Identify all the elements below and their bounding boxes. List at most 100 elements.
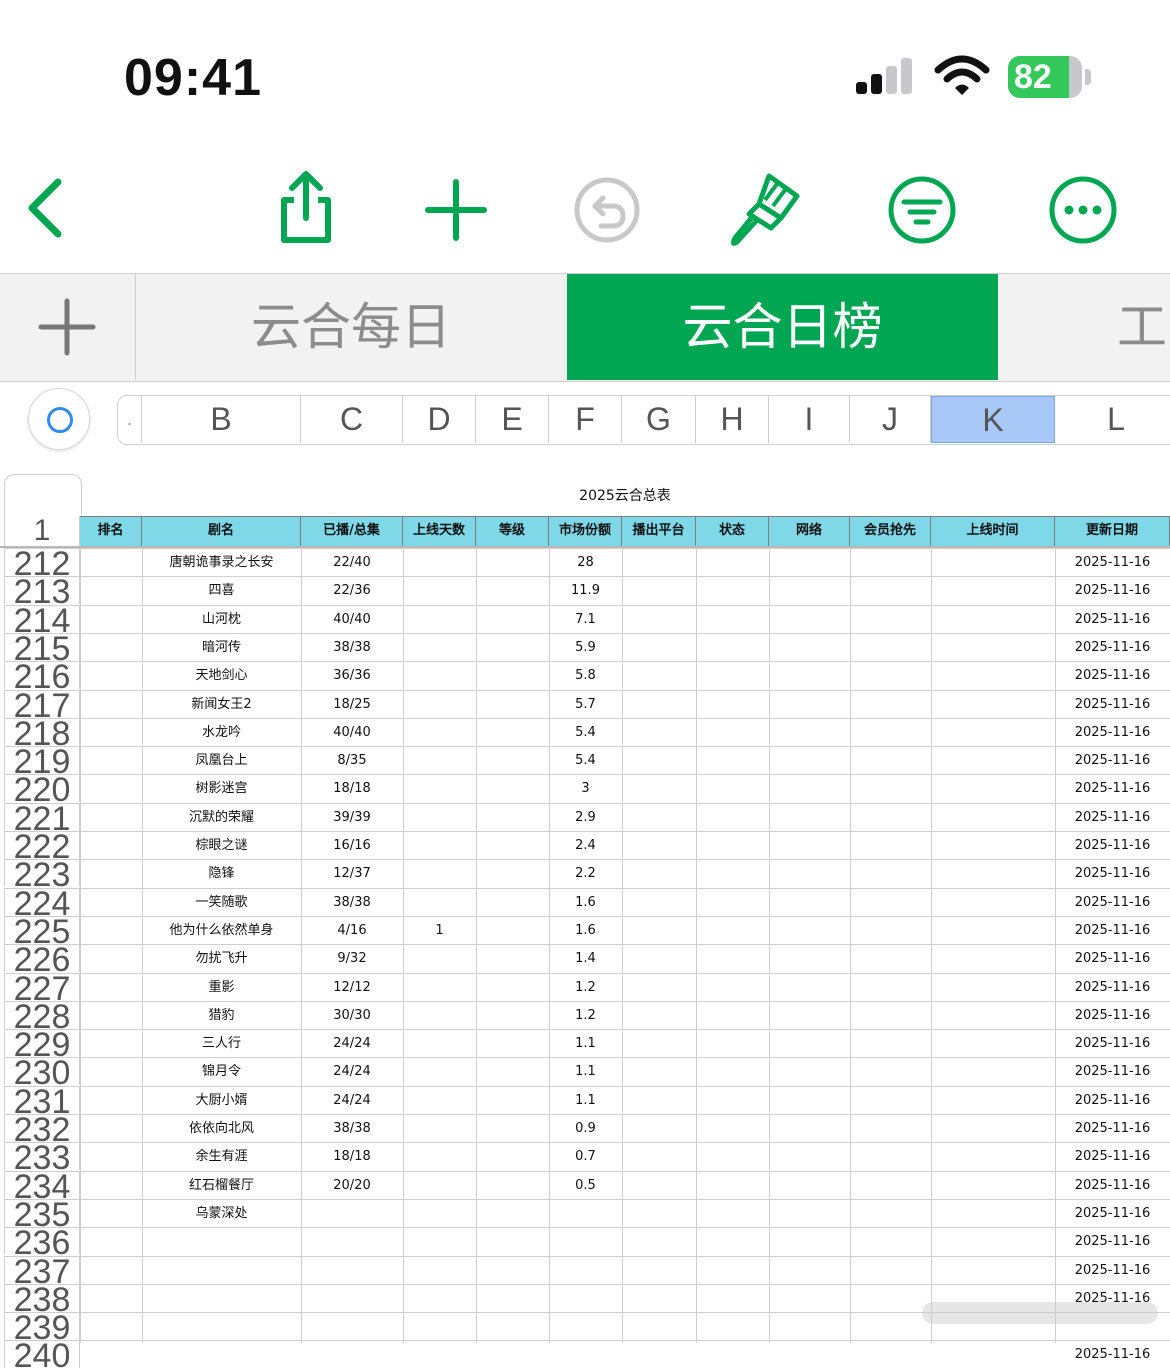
table-cell-days[interactable] bbox=[403, 1029, 476, 1057]
table-cell-share[interactable] bbox=[549, 1340, 622, 1368]
table-cell-date[interactable]: 2025-11-16 bbox=[1055, 1199, 1170, 1227]
table-cell-days[interactable] bbox=[403, 1199, 476, 1227]
table-cell-share[interactable]: 1.1 bbox=[549, 1029, 622, 1057]
row-number[interactable]: 239 bbox=[4, 1312, 80, 1340]
table-cell-days[interactable] bbox=[403, 1086, 476, 1114]
table-cell-ep[interactable]: 24/24 bbox=[301, 1086, 403, 1114]
table-cell-days[interactable] bbox=[403, 576, 476, 604]
table-cell-ep[interactable] bbox=[301, 1256, 403, 1284]
table-cell-share[interactable]: 5.7 bbox=[549, 690, 622, 718]
table-cell-share[interactable]: 1.2 bbox=[549, 1001, 622, 1029]
table-cell-date[interactable]: 2025-11-16 bbox=[1055, 1086, 1170, 1114]
column-header-d[interactable]: D bbox=[403, 396, 476, 443]
table-cell-ep[interactable]: 40/40 bbox=[301, 718, 403, 746]
table-cell-share[interactable]: 1.6 bbox=[549, 888, 622, 916]
table-cell-days[interactable] bbox=[403, 1171, 476, 1199]
row-number[interactable]: 230 bbox=[4, 1057, 80, 1085]
table-cell-ep[interactable]: 16/16 bbox=[301, 831, 403, 859]
table-cell-name[interactable]: 山河枕 bbox=[142, 605, 301, 633]
table-header-cell[interactable]: 播出平台 bbox=[622, 516, 696, 546]
ellipsis-icon[interactable] bbox=[1043, 170, 1123, 250]
table-cell-days[interactable] bbox=[403, 690, 476, 718]
table-cell-days[interactable] bbox=[403, 1312, 476, 1340]
table-cell-date[interactable]: 2025-11-16 bbox=[1055, 1256, 1170, 1284]
table-cell-date[interactable]: 2025-11-16 bbox=[1055, 888, 1170, 916]
table-cell-days[interactable] bbox=[403, 1284, 476, 1312]
table-cell-date[interactable]: 2025-11-16 bbox=[1055, 548, 1170, 576]
table-cell-share[interactable] bbox=[549, 1227, 622, 1255]
paintbrush-icon[interactable] bbox=[725, 170, 805, 250]
sheet-tab-partial[interactable]: 工 bbox=[999, 274, 1170, 380]
table-cell-days[interactable] bbox=[403, 831, 476, 859]
column-header-e[interactable]: E bbox=[476, 396, 549, 443]
column-header-l[interactable]: L bbox=[1055, 396, 1170, 443]
table-cell-name[interactable]: 余生有涯 bbox=[142, 1142, 301, 1170]
share-icon[interactable] bbox=[266, 170, 346, 250]
table-cell-date[interactable]: 2025-11-16 bbox=[1055, 1340, 1170, 1368]
table-cell-ep[interactable]: 12/37 bbox=[301, 859, 403, 887]
table-cell-date[interactable]: 2025-11-16 bbox=[1055, 718, 1170, 746]
row-number[interactable]: 231 bbox=[4, 1086, 80, 1114]
row-number[interactable]: 213 bbox=[4, 576, 80, 604]
table-cell-name[interactable] bbox=[142, 1340, 301, 1368]
row-number[interactable]: 237 bbox=[4, 1256, 80, 1284]
row-number[interactable]: 236 bbox=[4, 1227, 80, 1255]
table-cell-name[interactable]: 他为什么依然单身 bbox=[142, 916, 301, 944]
table-cell-ep[interactable]: 12/12 bbox=[301, 973, 403, 1001]
table-header-cell[interactable]: 排名 bbox=[80, 516, 142, 546]
row-number[interactable]: 223 bbox=[4, 859, 80, 887]
table-cell-share[interactable]: 0.7 bbox=[549, 1142, 622, 1170]
table-cell-name[interactable]: 重影 bbox=[142, 973, 301, 1001]
table-cell-name[interactable]: 乌蒙深处 bbox=[142, 1199, 301, 1227]
table-cell-date[interactable]: 2025-11-16 bbox=[1055, 746, 1170, 774]
table-cell-date[interactable]: 2025-11-16 bbox=[1055, 633, 1170, 661]
table-cell-days[interactable] bbox=[403, 1001, 476, 1029]
table-cell-share[interactable] bbox=[549, 1284, 622, 1312]
table-cell-ep[interactable]: 36/36 bbox=[301, 661, 403, 689]
table-cell-share[interactable]: 0.5 bbox=[549, 1171, 622, 1199]
row-number[interactable]: 225 bbox=[4, 916, 80, 944]
table-cell-ep[interactable] bbox=[301, 1199, 403, 1227]
table-cell-date[interactable]: 2025-11-16 bbox=[1055, 803, 1170, 831]
table-cell-date[interactable]: 2025-11-16 bbox=[1055, 1029, 1170, 1057]
table-cell-date[interactable]: 2025-11-16 bbox=[1055, 576, 1170, 604]
table-cell-share[interactable]: 5.4 bbox=[549, 746, 622, 774]
column-header-i[interactable]: I bbox=[769, 396, 850, 443]
table-cell-share[interactable]: 5.9 bbox=[549, 633, 622, 661]
table-cell-share[interactable]: 3 bbox=[549, 774, 622, 802]
undo-icon[interactable] bbox=[567, 170, 647, 250]
table-cell-name[interactable]: 天地剑心 bbox=[142, 661, 301, 689]
table-cell-name[interactable] bbox=[142, 1284, 301, 1312]
row-number[interactable]: 216 bbox=[4, 661, 80, 689]
column-header-g[interactable]: G bbox=[622, 396, 696, 443]
table-cell-days[interactable] bbox=[403, 661, 476, 689]
table-cell-share[interactable]: 1.2 bbox=[549, 973, 622, 1001]
table-cell-date[interactable]: 2025-11-16 bbox=[1055, 1227, 1170, 1255]
table-cell-share[interactable]: 5.8 bbox=[549, 661, 622, 689]
table-header-cell[interactable]: 市场份额 bbox=[549, 516, 622, 546]
table-cell-share[interactable]: 2.9 bbox=[549, 803, 622, 831]
table-cell-name[interactable]: 依依向北风 bbox=[142, 1114, 301, 1142]
chevron-left-icon[interactable] bbox=[10, 170, 90, 250]
table-cell-name[interactable]: 暗河传 bbox=[142, 633, 301, 661]
row-number[interactable]: 234 bbox=[4, 1171, 80, 1199]
table-cell-days[interactable] bbox=[403, 548, 476, 576]
row-number[interactable]: 220 bbox=[4, 774, 80, 802]
table-cell-share[interactable]: 0.9 bbox=[549, 1114, 622, 1142]
select-all-button[interactable] bbox=[28, 388, 90, 450]
table-cell-share[interactable]: 11.9 bbox=[549, 576, 622, 604]
column-header-b[interactable]: B bbox=[142, 396, 301, 443]
table-cell-date[interactable]: 2025-11-16 bbox=[1055, 831, 1170, 859]
table-header-cell[interactable]: 更新日期 bbox=[1055, 516, 1170, 546]
table-cell-name[interactable]: 大厨小婿 bbox=[142, 1086, 301, 1114]
table-cell-name[interactable]: 猎豹 bbox=[142, 1001, 301, 1029]
table-cell-date[interactable]: 2025-11-16 bbox=[1055, 1142, 1170, 1170]
table-cell-name[interactable]: 水龙吟 bbox=[142, 718, 301, 746]
table-cell-ep[interactable]: 24/24 bbox=[301, 1029, 403, 1057]
table-cell-days[interactable] bbox=[403, 1340, 476, 1368]
table-cell-name[interactable]: 凤凰台上 bbox=[142, 746, 301, 774]
sheet-tab-yunhe-ranking[interactable]: 云合日榜 bbox=[567, 274, 998, 380]
table-cell-days[interactable] bbox=[403, 859, 476, 887]
table-cell-share[interactable]: 1.6 bbox=[549, 916, 622, 944]
table-header-cell[interactable]: 剧名 bbox=[142, 516, 301, 546]
